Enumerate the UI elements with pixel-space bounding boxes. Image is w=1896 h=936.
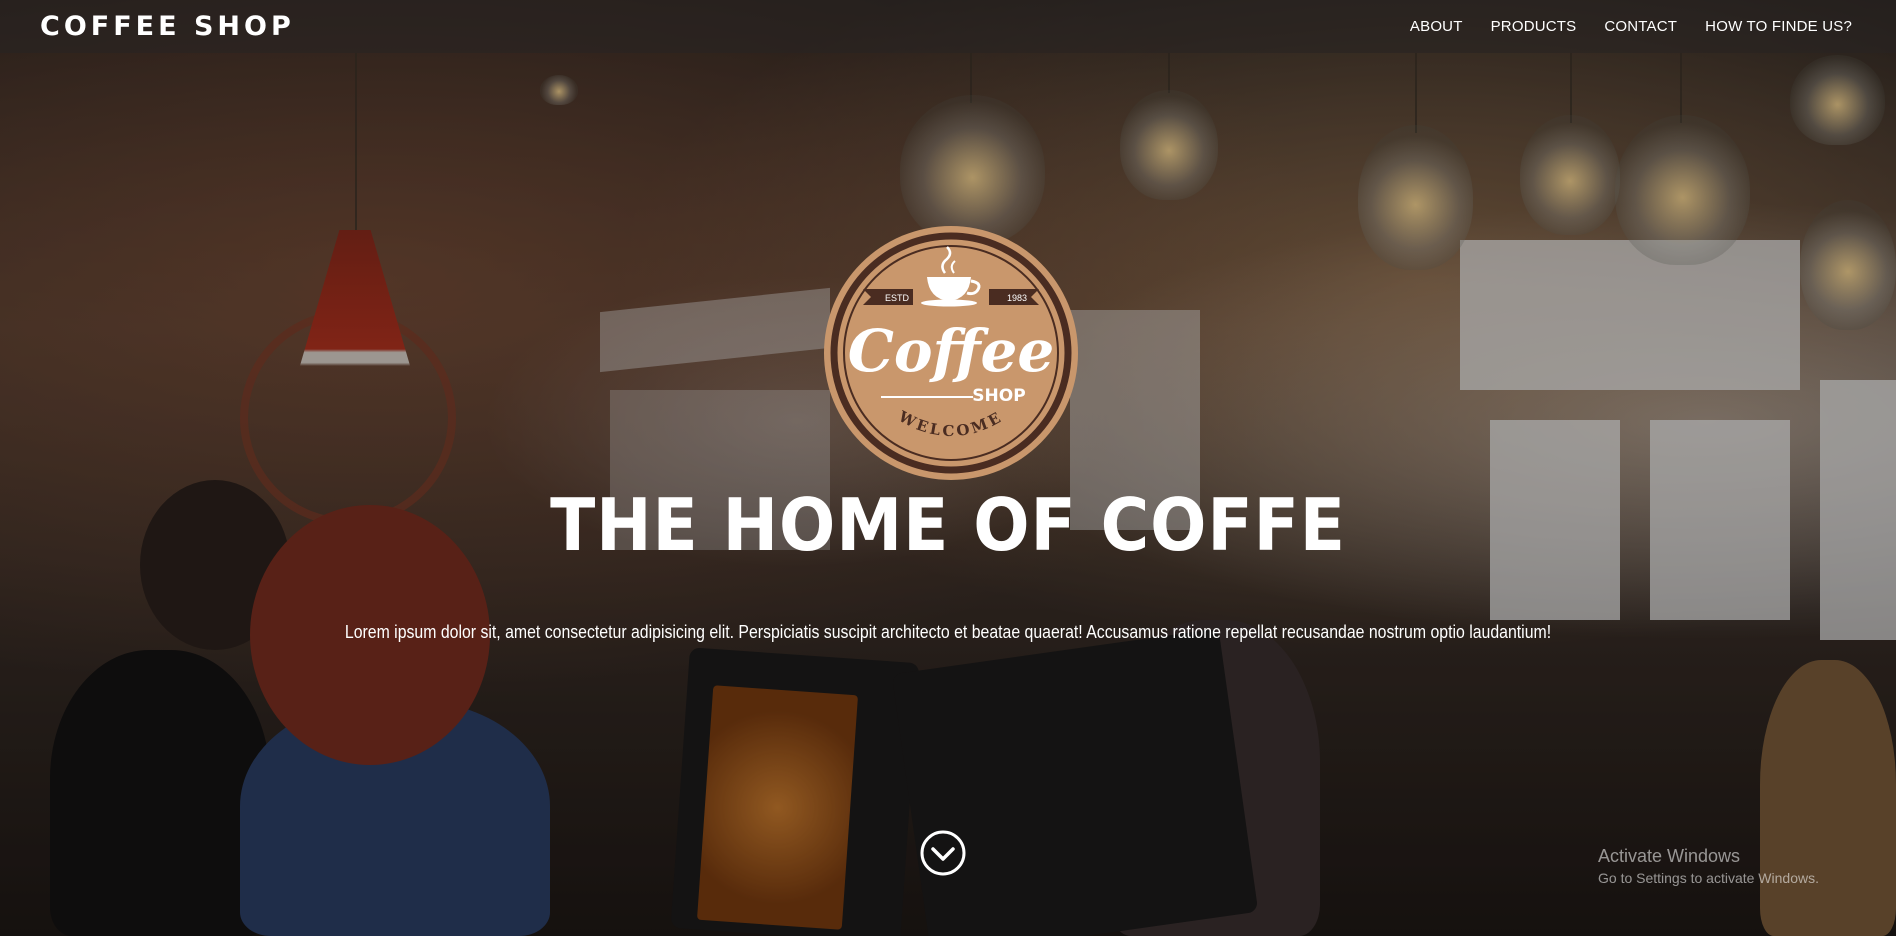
hero-section: COFFEE SHOP ABOUT PRODUCTS CONTACT HOW T…: [0, 0, 1896, 936]
hero-subtitle: Lorem ipsum dolor sit, amet consectetur …: [344, 622, 1552, 642]
nav-link-contact[interactable]: CONTACT: [1604, 18, 1677, 35]
brand-logo-text[interactable]: COFFEE SHOP: [40, 11, 295, 42]
chevron-down-circle-icon[interactable]: [920, 830, 966, 876]
top-navbar: COFFEE SHOP ABOUT PRODUCTS CONTACT HOW T…: [0, 0, 1896, 53]
nav-links: ABOUT PRODUCTS CONTACT HOW TO FINDE US?: [1396, 18, 1866, 35]
nav-link-products[interactable]: PRODUCTS: [1491, 18, 1577, 35]
logo-word-shop: SHOP: [972, 386, 1025, 406]
estd-label: ESTD: [885, 293, 910, 303]
nav-link-how-to-find-us[interactable]: HOW TO FINDE US?: [1705, 18, 1852, 35]
hero-title: THE HOME OF COFFE: [550, 483, 1346, 567]
logo-word-coffee: Coffee: [848, 317, 1055, 385]
watermark-title: Activate Windows: [1598, 846, 1741, 866]
nav-link-about[interactable]: ABOUT: [1410, 18, 1463, 35]
year-label: 1983: [1007, 293, 1027, 303]
watermark-subtitle: Go to Settings to activate Windows.: [1598, 870, 1819, 886]
windows-activation-watermark: Activate Windows Go to Settings to activ…: [1598, 846, 1819, 886]
coffee-shop-badge-logo: ESTD 1983 Coffee SHOP WELCOME: [824, 226, 1078, 480]
